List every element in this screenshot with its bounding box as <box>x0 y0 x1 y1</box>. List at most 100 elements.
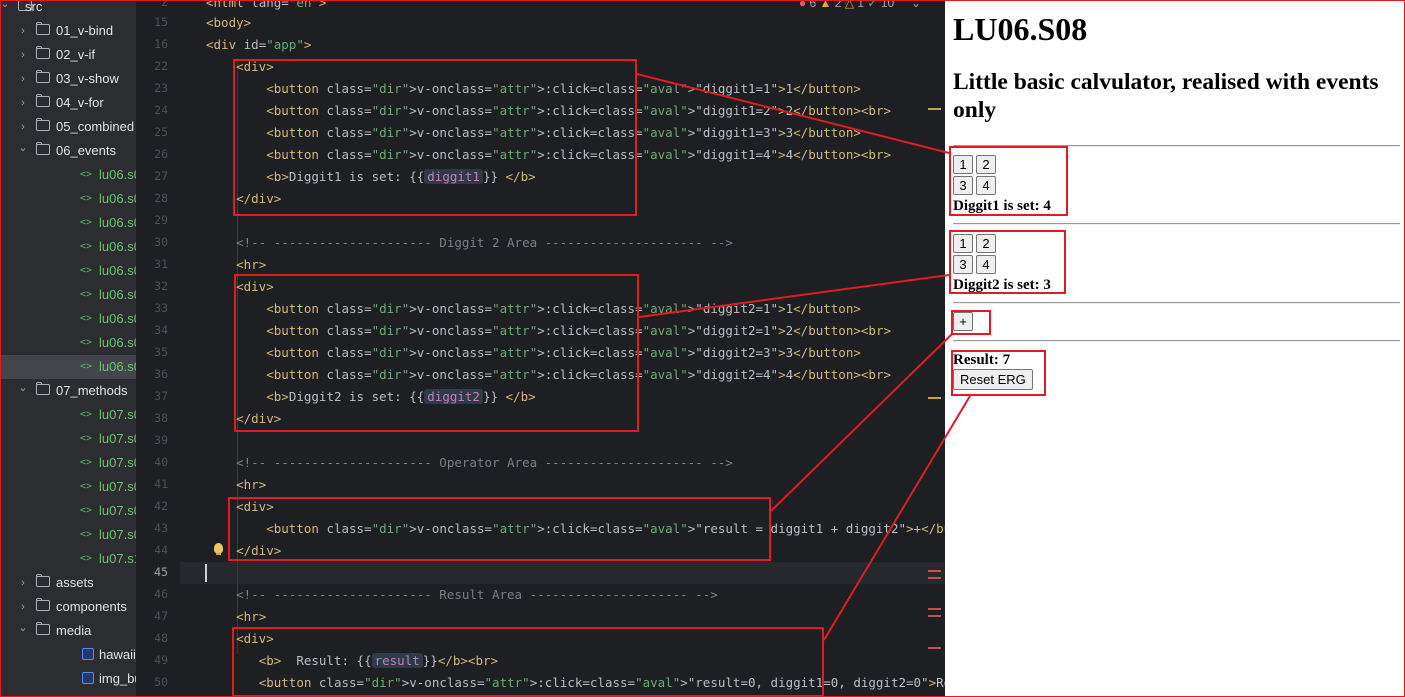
tree-item-label: lu07.s00_Int <box>99 407 136 422</box>
tree-item-label: 05_combined <box>56 119 135 134</box>
chevron-up-icon[interactable]: ⌃ <box>898 0 908 10</box>
tree-item[interactable]: ⌄ media <box>0 619 136 643</box>
html-file-icon: <> <box>80 481 93 492</box>
chevron-down-icon[interactable]: ⌄ <box>18 616 28 640</box>
lightbulb-icon[interactable] <box>214 543 223 555</box>
tree-item-label: lu06.s02.htr <box>99 215 136 230</box>
tree-item-label: lu07.s04.htr <box>99 503 136 518</box>
code-line[interactable]: <!-- --------------------- Diggit 2 Area… <box>206 232 733 254</box>
folder-icon <box>35 142 50 155</box>
tree-item[interactable]: <> lu07.s00_Int <box>0 403 136 427</box>
code-line[interactable]: <hr> <box>206 254 266 276</box>
code-line[interactable]: <!-- --------------------- Operator Area… <box>206 452 733 474</box>
html-file-icon: <> <box>80 265 93 276</box>
current-line-highlight <box>180 562 945 584</box>
html-file-icon: <> <box>80 505 93 516</box>
code-line[interactable]: <!-- --------------------- Result Area -… <box>206 584 718 606</box>
html-file-icon: <> <box>80 313 93 324</box>
folder-icon <box>35 22 50 35</box>
chevron-down-icon[interactable]: ⌄ <box>18 136 28 160</box>
html-file-icon: <> <box>80 361 93 372</box>
line-number: 38 <box>154 411 168 425</box>
tree-item[interactable]: <> lu07.s10.htr <box>0 547 136 571</box>
tree-item[interactable]: <> lu06.s02.htr <box>0 211 136 235</box>
tree-item-label: lu06.s04.htr <box>99 263 136 278</box>
tree-item[interactable]: <> lu07.s05.htr <box>0 523 136 547</box>
divider <box>953 340 1400 342</box>
html-file-icon: <> <box>80 289 93 300</box>
error-stripe-marker[interactable] <box>928 570 941 572</box>
annotation-box-diggit1-code <box>233 59 637 216</box>
code-line[interactable]: <hr> <box>206 606 266 628</box>
folder-icon <box>35 118 50 131</box>
tree-item[interactable]: hawaii_view <box>0 643 136 667</box>
chevron-right-icon[interactable]: › <box>18 67 28 91</box>
folder-icon <box>35 574 50 587</box>
chevron-down-icon[interactable]: ⌄ <box>0 0 10 16</box>
tree-item[interactable]: ⌄ 07_methods <box>0 379 136 403</box>
tree-item[interactable]: <> lu07.s04.htr <box>0 499 136 523</box>
image-file-icon <box>82 648 94 660</box>
tree-item-label: media <box>56 623 92 638</box>
annotation-box-add-preview <box>951 310 991 335</box>
tree-item[interactable]: ⌄ 06_events <box>0 139 136 163</box>
inspection-widget[interactable]: ● 6 ▲ 2 △ 1 ✓ 10 ⌃ ⌄ <box>799 0 921 10</box>
tree-item[interactable]: <> lu06.s07.htr <box>0 331 136 355</box>
tree-item-label: img_burrito. <box>99 671 136 686</box>
tree-item-label: src <box>25 0 43 14</box>
tree-item[interactable]: <> lu06.s00_de <box>0 163 136 187</box>
tree-item[interactable]: › 01_v-bind <box>0 19 136 43</box>
html-file-icon: <> <box>80 193 93 204</box>
line-number: 23 <box>154 81 168 95</box>
tree-item[interactable]: <> lu07.s01.htr <box>0 427 136 451</box>
tree-item[interactable]: <> lu07.s02.htr <box>0 451 136 475</box>
weak-warning-count: 1 <box>857 0 865 10</box>
line-number: 48 <box>154 631 168 645</box>
line-number: 47 <box>154 609 168 623</box>
html-file-icon: <> <box>80 553 93 564</box>
error-stripe-marker[interactable] <box>928 647 941 649</box>
tree-item-label: lu06.s08.htr <box>99 359 136 374</box>
html-file-icon: <> <box>80 217 93 228</box>
tree-item[interactable]: <> lu06.s01.htr <box>0 187 136 211</box>
tree-item[interactable]: <> lu06.s06.htr <box>0 307 136 331</box>
chevron-right-icon[interactable]: › <box>18 43 28 67</box>
line-number: 43 <box>154 521 168 535</box>
tree-item[interactable]: › 03_v-show <box>0 67 136 91</box>
chevron-down-icon[interactable]: ⌄ <box>18 376 28 400</box>
annotation-box-diggit2-preview <box>949 230 1066 294</box>
line-number: 24 <box>154 103 168 117</box>
tree-item[interactable]: › assets <box>0 571 136 595</box>
chevron-down-icon[interactable]: ⌄ <box>911 0 921 10</box>
error-count: 6 <box>809 0 817 10</box>
tree-item-label: 06_events <box>56 143 116 158</box>
line-number-gutter: 2 15 16 22 23 24 25 26 27 28 29 30 31 32 33 34 35 36 37 38 3… <box>136 0 180 697</box>
error-stripe-marker[interactable] <box>928 615 941 617</box>
tree-item[interactable]: › 02_v-if <box>0 43 136 67</box>
tree-item-label: components <box>56 599 127 614</box>
error-stripe-marker[interactable] <box>928 577 941 579</box>
code-line[interactable]: <div id="app"> <box>206 34 311 56</box>
chevron-right-icon[interactable]: › <box>18 91 28 115</box>
warning-count: 2 <box>834 0 842 10</box>
tree-item[interactable]: <> lu07.s03.htr <box>0 475 136 499</box>
tree-item[interactable]: ⌄ src <box>0 0 136 19</box>
tree-item-label: 03_v-show <box>56 71 119 86</box>
tree-item-label: lu06.s07.htr <box>99 335 136 350</box>
chevron-right-icon[interactable]: › <box>18 19 28 43</box>
code-line[interactable]: <body> <box>206 12 251 34</box>
project-tree: ⌄ src › 01_v-bind › 02_v-if › 03_v-show › 04_v-fo… <box>0 0 136 697</box>
code-line[interactable]: <hr> <box>206 474 266 496</box>
tree-item-label: lu07.s01.htr <box>99 431 136 446</box>
tree-item-label: lu06.s06.htr <box>99 311 136 326</box>
tree-item[interactable]: <> lu06.s03.htr <box>0 235 136 259</box>
error-stripe-marker[interactable] <box>928 608 941 610</box>
warning-stripe-marker[interactable] <box>928 108 941 110</box>
tree-item[interactable]: <> lu06.s04.htr <box>0 259 136 283</box>
tree-item[interactable]: img_burrito. <box>0 667 136 691</box>
tree-item-label: lu06.s03.htr <box>99 239 136 254</box>
chevron-right-icon[interactable]: › <box>18 571 28 595</box>
warning-stripe-marker[interactable] <box>928 397 941 399</box>
tree-item[interactable]: <> lu06.s05.htr <box>0 283 136 307</box>
tree-item[interactable]: › 04_v-for <box>0 91 136 115</box>
